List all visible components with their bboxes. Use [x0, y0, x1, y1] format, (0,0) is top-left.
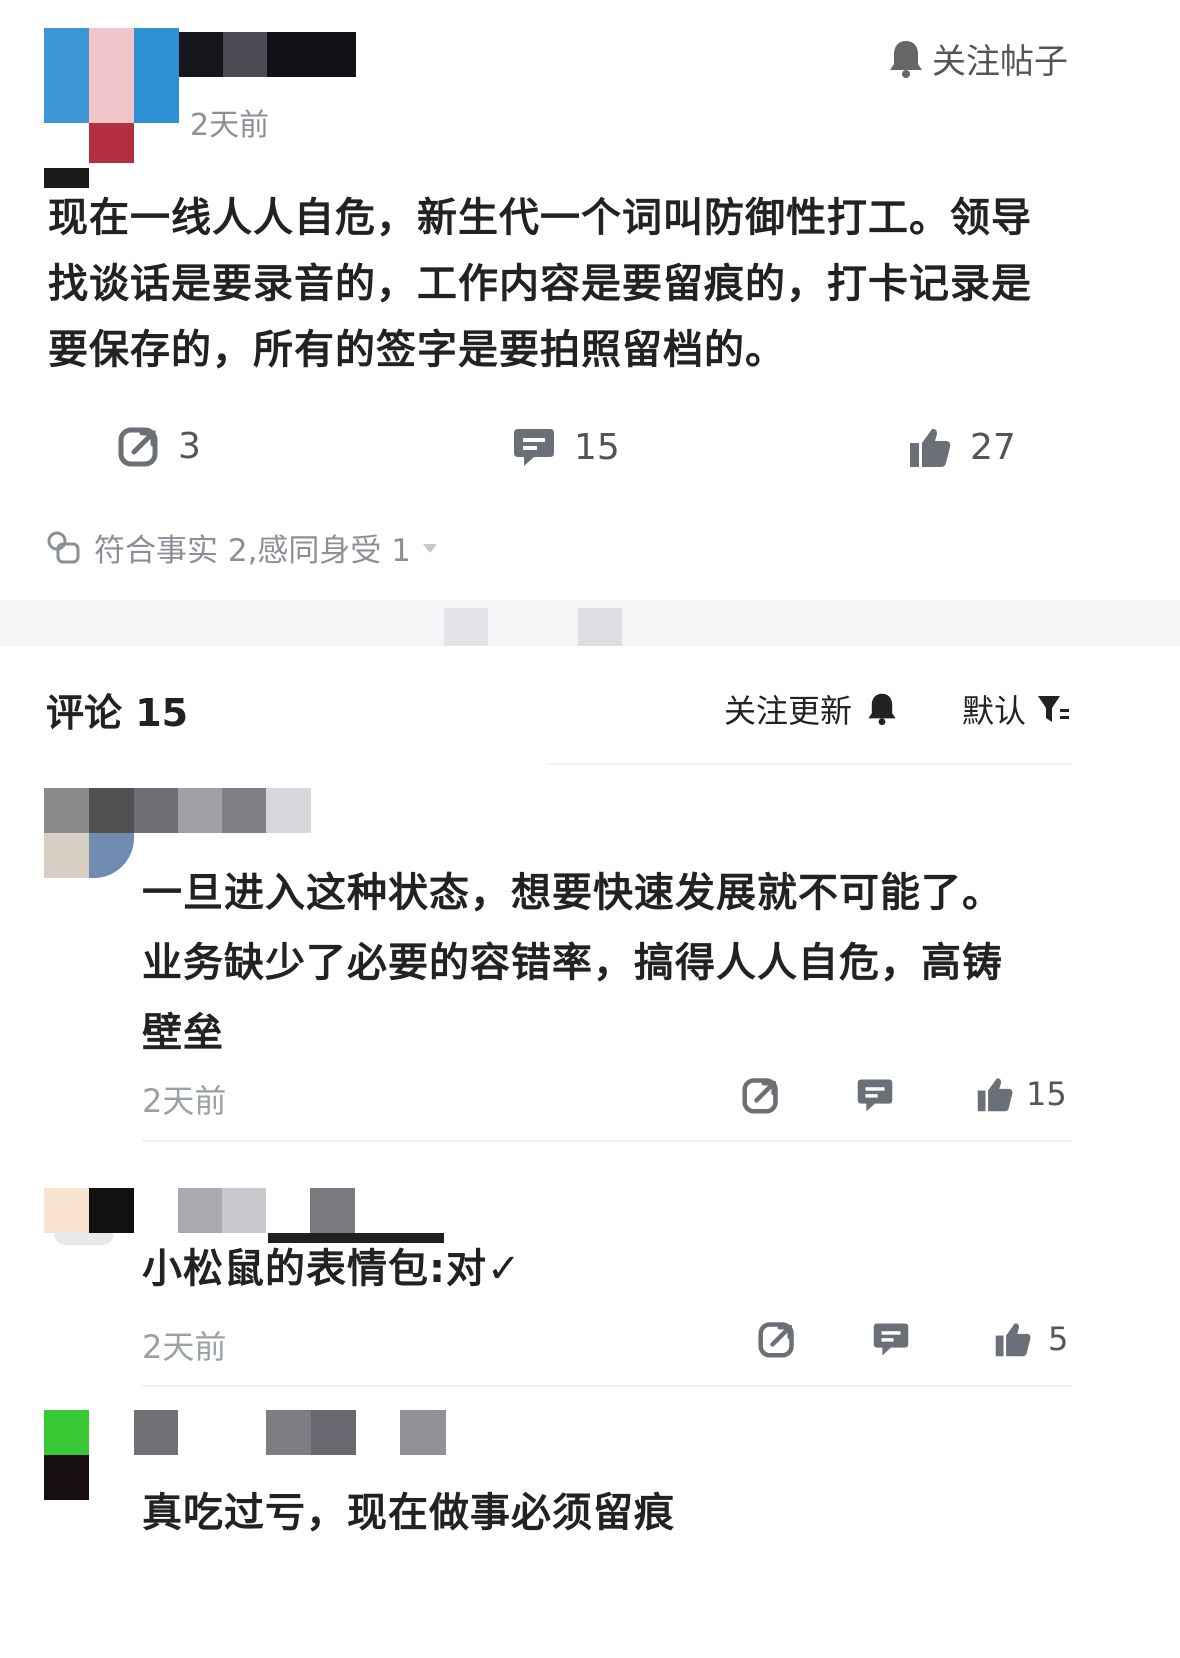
bell-icon	[868, 693, 896, 726]
comment-time: 2天前	[142, 1328, 227, 1366]
share-count: 3	[178, 425, 201, 467]
comment-count: 15	[574, 426, 620, 468]
like-stat[interactable]: 27	[908, 425, 1016, 469]
comment-time: 2天前	[142, 1082, 227, 1120]
comment-avatar[interactable]	[44, 788, 134, 878]
comment-divider	[142, 1385, 1072, 1387]
thumbs-up-icon	[977, 1078, 1013, 1112]
reaction-icon	[47, 531, 80, 563]
bell-icon	[890, 40, 922, 78]
comment-text: 小松鼠的表情包:对✓	[142, 1246, 522, 1292]
header-divider	[546, 763, 1072, 765]
comment-icon[interactable]	[856, 1076, 894, 1114]
reactions-text: 符合事实 2,感同身受 1	[94, 533, 412, 569]
sort-label: 默认	[962, 692, 1027, 730]
share-icon[interactable]	[742, 1076, 780, 1114]
comment-like[interactable]: 15	[976, 1075, 1067, 1113]
comment-text: 一旦进入这种状态，想要快速发展就不可能了。业务缺少了必要的容错率，搞得人人自危，…	[142, 870, 1003, 1056]
comment-author-name[interactable]	[134, 1410, 446, 1455]
filter-icon	[1038, 696, 1070, 722]
share-stat[interactable]: 3	[118, 425, 201, 467]
comment-text: 真吃过亏，现在做事必须留痕	[142, 1490, 675, 1536]
follow-post-button[interactable]: 关注帖子	[888, 34, 1068, 83]
post-author-name[interactable]	[179, 32, 356, 77]
comment-author-name[interactable]	[134, 788, 311, 833]
comment-divider	[142, 1140, 1072, 1142]
sort-button[interactable]: 默认	[962, 686, 1070, 732]
comment-icon[interactable]	[872, 1320, 910, 1358]
comment-avatar[interactable]	[44, 1188, 134, 1248]
section-separator	[0, 600, 1180, 646]
comment-icon	[514, 429, 554, 466]
share-icon	[118, 427, 158, 467]
thumbs-up-icon	[995, 1323, 1031, 1357]
comment-like-count: 15	[1026, 1075, 1067, 1113]
comments-title: 评论 15	[46, 691, 189, 735]
follow-updates-label: 关注更新	[724, 692, 853, 730]
comment-avatar[interactable]	[44, 1410, 89, 1500]
post-body: 现在一线人人自危，新生代一个词叫防御性打工。领导找谈话是要录音的，工作内容是要留…	[48, 195, 1032, 373]
comment-like-count: 5	[1048, 1320, 1069, 1358]
reactions-row[interactable]: 符合事实 2,感同身受 1	[46, 525, 439, 570]
follow-updates-button[interactable]: 关注更新	[724, 686, 898, 732]
comment-like[interactable]: 5	[994, 1320, 1068, 1358]
caret-down-icon	[423, 543, 438, 553]
follow-post-label: 关注帖子	[932, 42, 1068, 82]
like-count: 27	[970, 426, 1016, 468]
comment-stat[interactable]: 15	[512, 425, 620, 469]
share-icon[interactable]	[758, 1320, 796, 1358]
post-avatar[interactable]	[44, 28, 179, 188]
thumbs-up-icon	[910, 428, 951, 467]
post-time: 2天前	[190, 108, 270, 143]
